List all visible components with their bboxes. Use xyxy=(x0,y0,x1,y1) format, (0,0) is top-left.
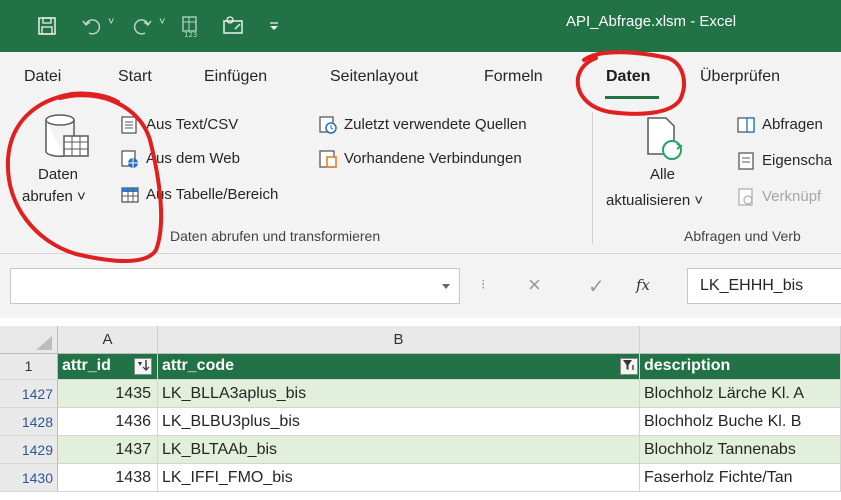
enter-icon[interactable]: ✓ xyxy=(588,274,605,299)
refresh-all-label-line1: Alle xyxy=(650,166,676,183)
tab-formeln[interactable]: Formeln xyxy=(484,68,543,86)
refresh-all-label-line2: aktualisieren ˅ xyxy=(606,192,704,209)
cell-description[interactable]: Blochholz Buche Kl. B xyxy=(640,408,841,436)
active-tab-indicator xyxy=(605,96,659,99)
recent-sources-label: Zuletzt verwendete Quellen xyxy=(344,116,527,133)
from-text-csv-button[interactable]: Aus Text/CSV xyxy=(118,114,308,138)
database-table-icon xyxy=(45,114,89,157)
select-all-corner[interactable] xyxy=(0,326,58,354)
row-header[interactable]: 1 xyxy=(0,354,58,380)
properties-label: Eigenscha xyxy=(762,152,833,169)
row-header[interactable]: 1429 xyxy=(0,436,58,464)
select-all-triangle-icon xyxy=(36,336,52,350)
header-attr-id-label: attr_id xyxy=(62,357,111,374)
formula-bar-splitter[interactable]: ⁝ xyxy=(481,276,487,296)
undo-icon[interactable] xyxy=(78,12,106,40)
formula-input[interactable]: LK_EHHH_bis xyxy=(687,268,841,304)
cell-attr-code[interactable]: LK_BLBU3plus_bis xyxy=(158,408,640,436)
row-header[interactable]: 1430 xyxy=(0,464,58,492)
tab-start[interactable]: Start xyxy=(118,68,152,86)
row-header[interactable]: 1428 xyxy=(0,408,58,436)
header-cell-attr-code[interactable]: attr_code xyxy=(158,354,640,380)
tab-daten[interactable]: Daten xyxy=(606,68,650,86)
edit-links-button[interactable]: Verknüpf xyxy=(736,186,841,210)
header-cell-description[interactable]: description xyxy=(640,354,841,380)
sort-filter-button-attr-id[interactable] xyxy=(134,358,152,375)
title-bar: ˅ ˅ 123 API_Abfrage.xlsm - Excel xyxy=(0,0,841,52)
customize-toolbar-icon[interactable] xyxy=(264,12,284,40)
save-icon[interactable] xyxy=(32,12,62,40)
column-header-b[interactable]: B xyxy=(158,326,640,354)
number-format-icon[interactable]: 123 xyxy=(176,12,204,40)
insert-function-button[interactable]: fx xyxy=(636,276,650,294)
cell-description[interactable]: Blochholz Tannenabs xyxy=(640,436,841,464)
cancel-icon[interactable]: × xyxy=(528,272,541,298)
column-header-c[interactable] xyxy=(640,326,841,354)
filter-applied-icon xyxy=(623,360,634,370)
recent-sources-button[interactable]: Zuletzt verwendete Quellen xyxy=(318,114,578,138)
text-file-icon xyxy=(121,116,137,134)
from-web-label: Aus dem Web xyxy=(146,150,240,167)
redo-icon[interactable] xyxy=(128,12,156,40)
undo-dropdown-icon[interactable]: ˅ xyxy=(108,16,114,28)
group-label-get-transform: Daten abrufen und transformieren xyxy=(170,228,381,244)
existing-connections-icon xyxy=(319,150,337,168)
custom-command-icon[interactable] xyxy=(218,12,248,40)
recent-sources-icon xyxy=(319,116,337,134)
from-web-button[interactable]: Aus dem Web xyxy=(118,148,308,172)
get-data-label-line1: Daten xyxy=(38,166,79,183)
row-header[interactable]: 1427 xyxy=(0,380,58,408)
cell-attr-code[interactable]: LK_IFFI_FMO_bis xyxy=(158,464,640,492)
web-page-icon xyxy=(121,150,138,168)
get-data-button[interactable]: Daten abrufen ˅ xyxy=(18,108,118,214)
ribbon-tabs: Datei Start Einfügen Seitenlayout Formel… xyxy=(0,52,841,100)
cell-attr-id[interactable]: 1438 xyxy=(58,464,158,492)
cell-attr-id[interactable]: 1436 xyxy=(58,408,158,436)
name-box[interactable] xyxy=(10,268,460,304)
edit-links-icon xyxy=(738,188,753,206)
cell-attr-id[interactable]: 1435 xyxy=(58,380,158,408)
from-text-csv-label: Aus Text/CSV xyxy=(146,116,239,133)
from-table-button[interactable]: Aus Tabelle/Bereich xyxy=(118,184,318,208)
queries-label: Abfragen xyxy=(762,116,823,133)
group-separator xyxy=(592,112,593,244)
refresh-all-button[interactable]: Alle aktualisieren ˅ xyxy=(600,110,724,216)
tab-einfuegen[interactable]: Einfügen xyxy=(204,68,267,86)
table-range-icon xyxy=(121,187,139,203)
cell-description[interactable]: Blochholz Lärche Kl. A xyxy=(640,380,841,408)
svg-text:123: 123 xyxy=(184,31,197,38)
existing-connections-label: Vorhandene Verbindungen xyxy=(344,150,522,167)
tab-seitenlayout[interactable]: Seitenlayout xyxy=(330,68,418,86)
filter-button-attr-code[interactable] xyxy=(620,358,638,375)
name-box-dropdown-icon[interactable] xyxy=(441,283,451,291)
from-table-label: Aus Tabelle/Bereich xyxy=(146,186,279,203)
refresh-all-icon xyxy=(647,117,683,160)
cell-attr-code[interactable]: LK_BLTAAb_bis xyxy=(158,436,640,464)
header-attr-code-label: attr_code xyxy=(162,357,235,374)
fx-icon: fx xyxy=(636,276,651,294)
sort-ascending-icon xyxy=(138,360,150,371)
edit-links-label: Verknüpf xyxy=(762,188,822,205)
queries-icon xyxy=(737,117,755,133)
get-data-label-line2: abrufen ˅ xyxy=(22,188,86,205)
tab-ueberpruefen[interactable]: Überprüfen xyxy=(700,68,780,86)
cell-attr-id[interactable]: 1437 xyxy=(58,436,158,464)
tab-datei[interactable]: Datei xyxy=(24,68,61,86)
properties-icon xyxy=(738,152,754,170)
queries-connections-button[interactable]: Abfragen xyxy=(736,114,841,138)
group-label-queries-connections: Abfragen und Verb xyxy=(684,228,801,244)
column-header-a[interactable]: A xyxy=(58,326,158,354)
header-description-label: description xyxy=(644,357,731,374)
cell-attr-code[interactable]: LK_BLLA3aplus_bis xyxy=(158,380,640,408)
cell-description[interactable]: Faserholz Fichte/Tan xyxy=(640,464,841,492)
properties-button[interactable]: Eigenscha xyxy=(736,150,841,174)
window-title: API_Abfrage.xlsm - Excel xyxy=(566,13,737,30)
existing-connections-button[interactable]: Vorhandene Verbindungen xyxy=(318,148,578,172)
redo-dropdown-icon[interactable]: ˅ xyxy=(159,16,165,28)
